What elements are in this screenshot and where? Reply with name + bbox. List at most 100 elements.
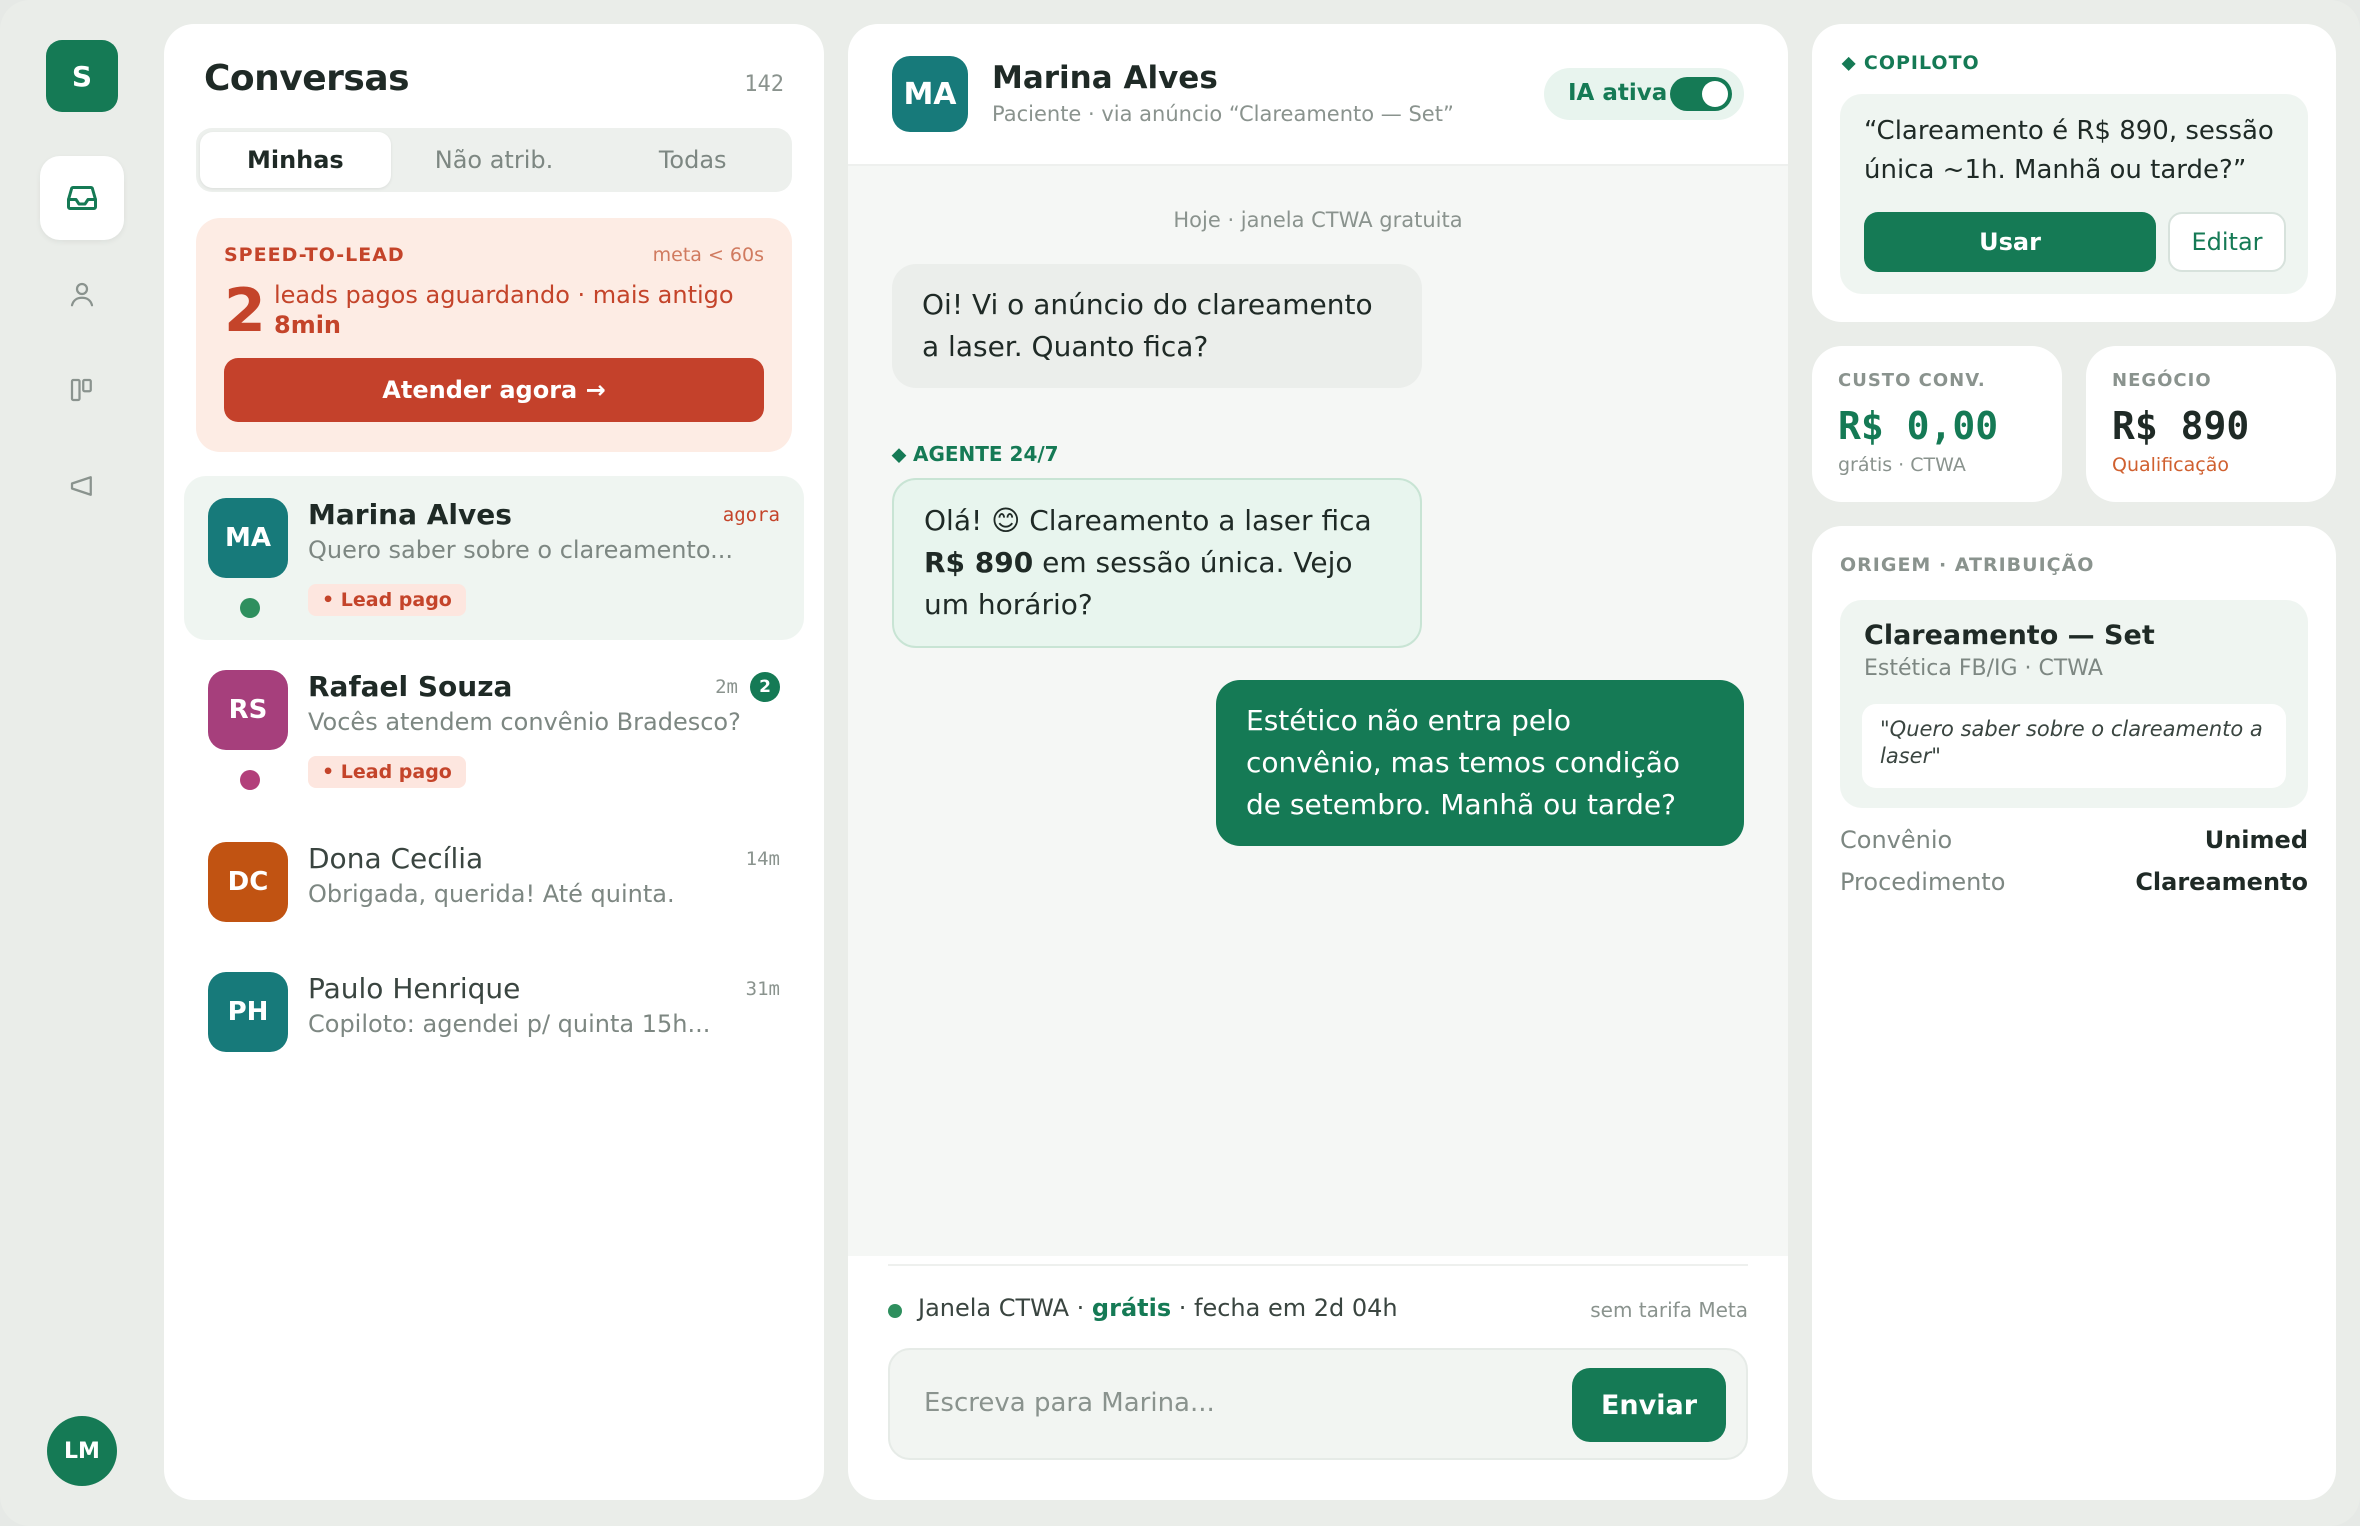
conversation-cost-card: CUSTO CONV. R$ 0,00 grátis · CTWA — [1812, 346, 2062, 502]
conversations-count: 142 — [744, 72, 784, 97]
user-icon — [70, 282, 94, 307]
attend-now-button[interactable]: Atender agora → — [224, 358, 764, 422]
context-sidebar: ⬥ COPILOTO “Clareamento é R$ 890, sessão… — [1812, 24, 2336, 1500]
ai-toggle[interactable] — [1670, 77, 1732, 111]
use-suggestion-button[interactable]: Usar — [1864, 212, 2156, 272]
kpi-value: R$ 890 — [2112, 404, 2250, 448]
ctwa-expiry: · fecha em 2d 04h — [1178, 1294, 1398, 1322]
campaign-box: Clareamento — Set Estética FB/IG · CTWA … — [1840, 600, 2308, 808]
chat-header: MA Marina Alves Paciente · via anúncio “… — [848, 24, 1788, 166]
speed-to-lead-goal: meta < 60s — [652, 244, 764, 266]
copilot-suggestion-box: “Clareamento é R$ 890, sessão única ~1h.… — [1840, 94, 2308, 294]
agent-label: ⬥ AGENTE 24/7 — [892, 442, 1059, 466]
contact-name: Marina Alves — [308, 498, 512, 531]
nav-campaigns[interactable] — [40, 444, 124, 528]
kpi-subtext: grátis · CTWA — [1838, 454, 1966, 476]
agent-message-text: Olá! 😊 Clareamento a laser fica — [924, 504, 1372, 537]
nav-inbox[interactable] — [40, 156, 124, 240]
incoming-message: Oi! Vi o anúncio do clareamento a laser.… — [892, 264, 1422, 388]
contact-name: Dona Cecília — [308, 842, 484, 875]
send-button[interactable]: Enviar — [1572, 1368, 1726, 1442]
avatar: RS — [208, 670, 288, 750]
avatar: PH — [208, 972, 288, 1052]
conversations-panel: Conversas 142 Minhas Não atrib. Todas SP… — [164, 24, 824, 1500]
message-time: 14m — [745, 848, 780, 870]
waiting-leads-count: 2 — [224, 276, 266, 346]
conversation-item[interactable]: PH Paulo Henrique 31m Copiloto: agendei … — [184, 950, 804, 1114]
conversation-item[interactable]: MA Marina Alves agora Quero saber sobre … — [184, 476, 804, 640]
nav-pipeline[interactable] — [40, 348, 124, 432]
speed-to-lead-alert: SPEED-TO-LEAD meta < 60s 2 leads pagos a… — [196, 218, 792, 452]
message-composer: Escreva para Marina... Enviar — [888, 1348, 1748, 1460]
edit-suggestion-button[interactable]: Editar — [2168, 212, 2286, 272]
nav-rail: S LM — [0, 0, 164, 1526]
avatar: DC — [208, 842, 288, 922]
ctwa-window-label: Janela CTWA · — [918, 1294, 1085, 1322]
agent-message: Olá! 😊 Clareamento a laser fica R$ 890 em… — [892, 478, 1422, 648]
kpi-label: CUSTO CONV. — [1838, 370, 1986, 391]
message-thread: Hoje · janela CTWA gratuita Oi! Vi o anú… — [848, 166, 1788, 1256]
ctwa-window-text: Janela CTWA · grátis · fecha em 2d 04h — [918, 1294, 1398, 1322]
unread-badge: 2 — [750, 672, 780, 702]
lead-tag: • Lead pago — [308, 756, 466, 788]
conversation-filter-tabs: Minhas Não atrib. Todas — [196, 128, 792, 192]
day-divider: Hoje · janela CTWA gratuita — [1173, 208, 1463, 232]
ai-status-label: IA ativa — [1568, 80, 1668, 106]
toggle-knob — [1702, 81, 1728, 107]
megaphone-icon — [70, 476, 92, 496]
status-dot — [240, 770, 260, 790]
field-key: Convênio — [1840, 826, 1953, 854]
attribution-label: ORIGEM · ATRIBUIÇÃO — [1840, 554, 2095, 576]
tab-minhas[interactable]: Minhas — [200, 132, 391, 188]
kpi-value: R$ 0,00 — [1838, 404, 1999, 448]
ai-toggle-pill: IA ativa — [1544, 68, 1744, 120]
message-preview: Copiloto: agendei p/ quinta 15h... — [308, 1010, 711, 1038]
nav-contacts[interactable] — [40, 252, 124, 336]
first-message-quote: "Quero saber sobre o clareamento a laser… — [1862, 704, 2286, 788]
inbox-icon — [67, 186, 97, 210]
attribution-card: ORIGEM · ATRIBUIÇÃO Clareamento — Set Es… — [1812, 526, 2336, 1500]
message-time: agora — [722, 504, 780, 526]
status-dot — [888, 1304, 902, 1318]
lead-tag: • Lead pago — [308, 584, 466, 616]
waiting-leads-description: leads pagos aguardando · mais antigo — [274, 281, 734, 309]
ctwa-tariff-note: sem tarifa Meta — [1590, 1298, 1748, 1322]
field-value: Clareamento — [2135, 868, 2308, 896]
ctwa-free-label: grátis — [1091, 1294, 1172, 1322]
kanban-icon — [70, 378, 92, 402]
copilot-card: ⬥ COPILOTO “Clareamento é R$ 890, sessão… — [1812, 24, 2336, 322]
message-preview: Vocês atendem convênio Bradesco? — [308, 708, 741, 736]
message-input[interactable]: Escreva para Marina... — [924, 1388, 1215, 1418]
conversations-title: Conversas — [204, 58, 410, 99]
speed-to-lead-label: SPEED-TO-LEAD — [224, 244, 405, 266]
copilot-suggestion: “Clareamento é R$ 890, sessão única ~1h.… — [1864, 116, 2274, 185]
agent-message-price: R$ 890 — [924, 546, 1034, 579]
ctwa-window-status: Janela CTWA · grátis · fecha em 2d 04h s… — [888, 1264, 1748, 1322]
workspace-logo[interactable]: S — [46, 40, 118, 112]
contact-name: Paulo Henrique — [308, 972, 521, 1005]
message-preview: Obrigada, querida! Até quinta. — [308, 880, 675, 908]
copilot-label: ⬥ COPILOTO — [1842, 52, 1980, 74]
avatar: MA — [892, 56, 968, 132]
outgoing-message: Estético não entra pelo convênio, mas te… — [1216, 680, 1744, 846]
field-key: Procedimento — [1840, 868, 2006, 896]
chat-contact-name: Marina Alves — [992, 60, 1218, 96]
message-time: 2m — [715, 676, 738, 698]
kpi-label: NEGÓCIO — [2112, 370, 2212, 391]
status-dot — [240, 598, 260, 618]
oldest-wait-time: 8min — [274, 311, 342, 339]
contact-name: Rafael Souza — [308, 670, 513, 703]
chat-panel: MA Marina Alves Paciente · via anúncio “… — [848, 24, 1788, 1500]
field-value: Unimed — [2204, 826, 2308, 854]
campaign-name: Clareamento — Set — [1864, 620, 2155, 651]
waiting-leads-text: leads pagos aguardando · mais antigo 8mi… — [274, 280, 754, 340]
deal-stage[interactable]: Qualificação — [2112, 454, 2229, 476]
tab-nao-atribuidas[interactable]: Não atrib. — [399, 132, 590, 188]
conversation-item[interactable]: RS Rafael Souza 2m 2 Vocês atendem convê… — [184, 648, 804, 812]
message-time: 31m — [745, 978, 780, 1000]
user-avatar[interactable]: LM — [47, 1416, 117, 1486]
campaign-source: Estética FB/IG · CTWA — [1864, 656, 2103, 681]
avatar: MA — [208, 498, 288, 578]
tab-todas[interactable]: Todas — [597, 132, 788, 188]
message-preview: Quero saber sobre o clareamento... — [308, 536, 733, 564]
